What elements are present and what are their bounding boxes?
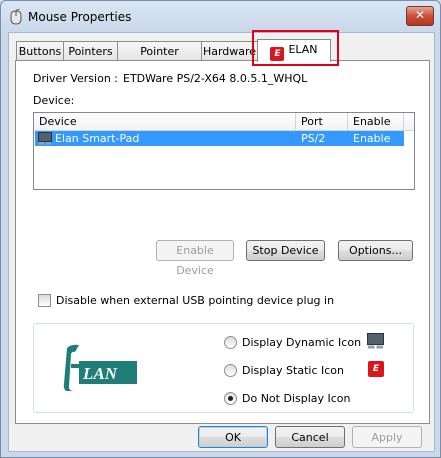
elan-icon: E <box>270 47 285 61</box>
tray-icon-groupbox: LAN Display Dynamic Icon Display Static … <box>33 323 414 413</box>
radio-do-not-display-icon[interactable] <box>224 392 237 405</box>
elan-logo: LAN <box>61 342 139 394</box>
tab-label: Pointers <box>68 45 113 58</box>
disable-usb-checkbox[interactable] <box>38 294 51 307</box>
display-dynamic-icon-label[interactable]: Display Dynamic Icon <box>242 336 361 349</box>
cancel-button[interactable]: Cancel <box>275 426 345 448</box>
device-enable-cell: Enable <box>353 132 391 145</box>
options-button[interactable]: Options... <box>338 240 413 261</box>
column-header-enable[interactable]: Enable <box>348 113 404 130</box>
stop-device-button[interactable]: Stop Device <box>246 240 325 261</box>
ok-button[interactable]: OK <box>198 426 268 448</box>
apply-button[interactable]: Apply <box>352 426 422 448</box>
radio-display-dynamic-icon[interactable] <box>224 336 237 349</box>
close-button[interactable]: ✕ <box>406 6 434 26</box>
device-list-header: Device Port Enable <box>34 113 414 131</box>
mouse-properties-window: Mouse Properties ✕ Buttons Pointers Poin… <box>0 0 441 458</box>
radio-display-static-icon[interactable] <box>224 364 237 377</box>
tab-elan[interactable]: E ELAN <box>257 39 331 62</box>
tab-label: ELAN <box>288 43 318 56</box>
close-icon: ✕ <box>414 8 426 22</box>
tab-label: Buttons <box>18 45 62 58</box>
do-not-display-icon-label[interactable]: Do Not Display Icon <box>242 392 351 405</box>
dialog-client-area: Buttons Pointers Pointer Options Hardwar… <box>8 30 435 452</box>
column-header-device[interactable]: Device <box>34 113 296 130</box>
device-list[interactable]: Device Port Enable Elan Smart-Pad PS/2 E… <box>33 112 415 190</box>
device-port-cell: PS/2 <box>301 132 326 145</box>
tab-label: Hardware <box>202 45 257 58</box>
svg-text:LAN: LAN <box>82 364 118 383</box>
device-label: Device: <box>33 94 75 107</box>
elan-icon: E <box>368 361 384 377</box>
device-name-cell: Elan Smart-Pad <box>55 132 140 145</box>
elan-tab-panel: Driver Version : ETDWare PS/2-X64 8.0.5.… <box>15 60 430 424</box>
display-static-icon-label[interactable]: Display Static Icon <box>242 364 344 377</box>
radio-selected-dot <box>228 396 233 401</box>
disable-usb-label[interactable]: Disable when external USB pointing devic… <box>56 294 334 307</box>
tab-hardware[interactable]: Hardware <box>201 41 258 61</box>
table-row[interactable]: Elan Smart-Pad PS/2 Enable <box>35 131 404 146</box>
driver-version-value: ETDWare PS/2-X64 8.0.5.1_WHQL <box>123 72 308 85</box>
tab-buttons[interactable]: Buttons <box>16 41 64 61</box>
driver-version-label: Driver Version : <box>33 72 118 85</box>
touchpad-icon <box>367 333 384 349</box>
tab-pointers[interactable]: Pointers <box>63 41 118 61</box>
column-header-port[interactable]: Port <box>296 113 348 130</box>
window-title: Mouse Properties <box>28 10 132 24</box>
tab-pointer-options[interactable]: Pointer Options <box>117 41 202 77</box>
mouse-icon <box>10 9 22 25</box>
enable-device-button[interactable]: Enable Device <box>156 240 234 277</box>
touchpad-icon <box>38 132 52 145</box>
title-bar[interactable]: Mouse Properties ✕ <box>1 1 440 35</box>
